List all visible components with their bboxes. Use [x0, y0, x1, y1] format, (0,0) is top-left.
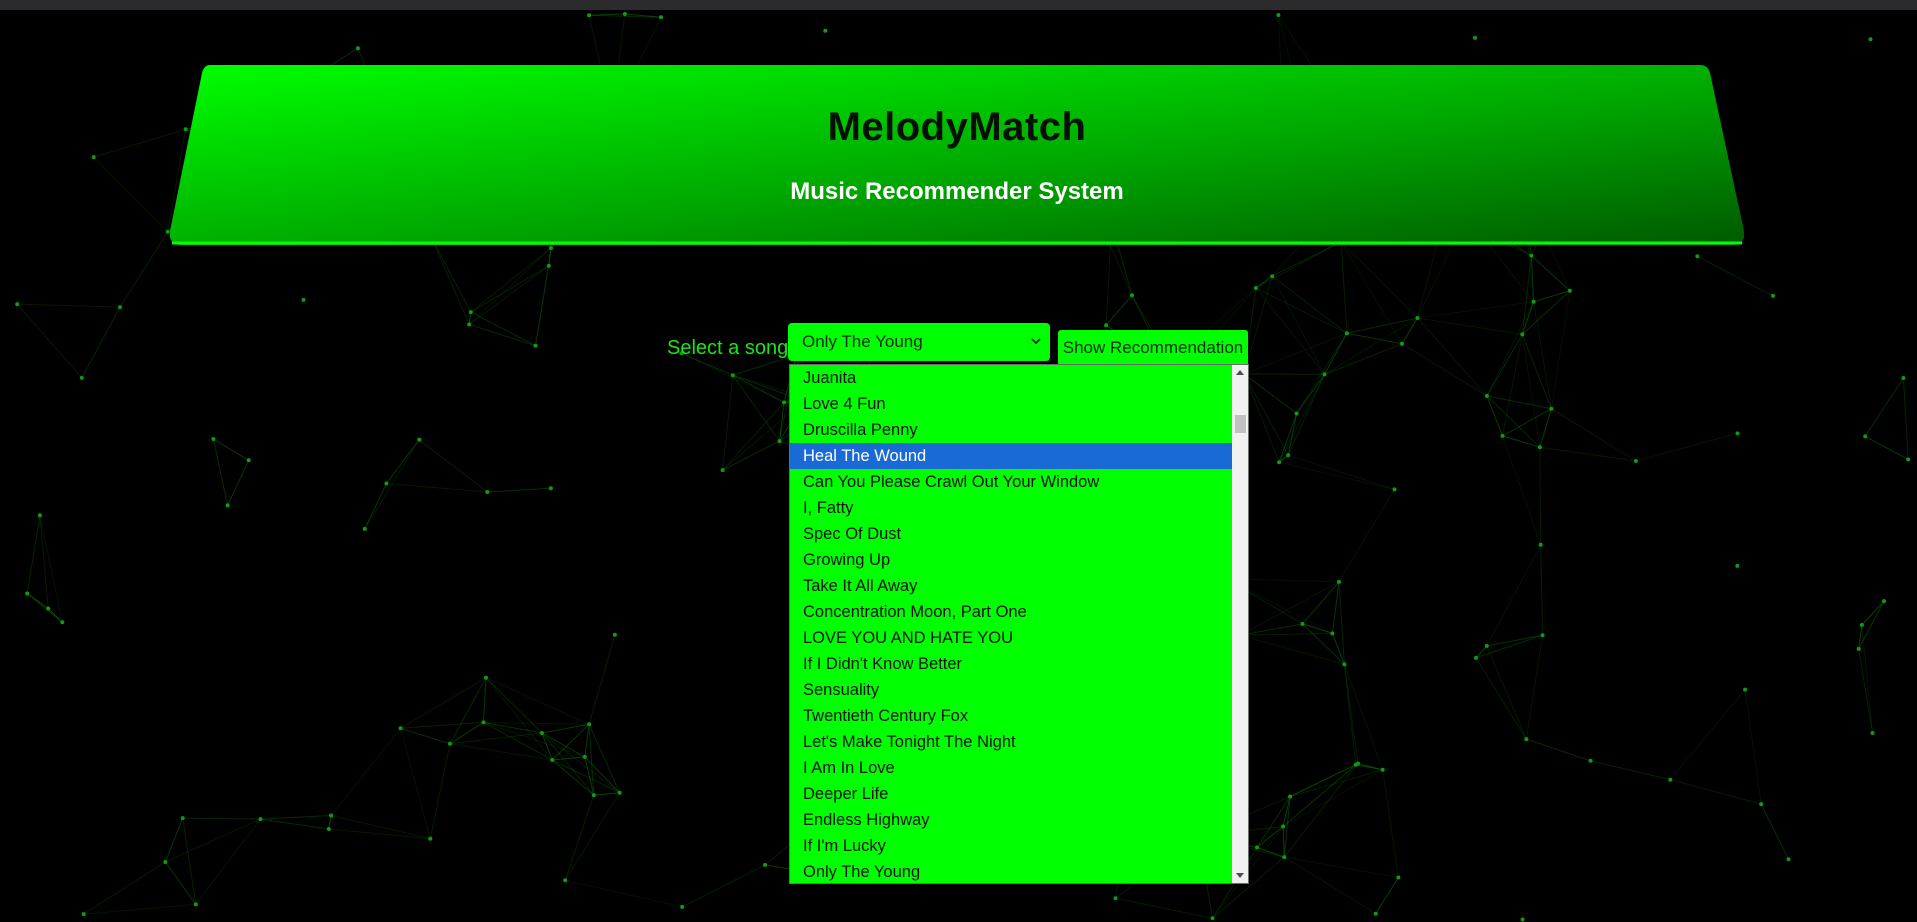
dropdown-option[interactable]: Love 4 Fun: [790, 391, 1233, 417]
dropdown-option[interactable]: If I Didn't Know Better: [790, 651, 1233, 677]
dropdown-option[interactable]: Only The Young: [790, 859, 1233, 883]
song-select[interactable]: Only The Young: [788, 323, 1050, 361]
banner-shape: [170, 65, 1744, 245]
dropdown-option[interactable]: I, Fatty: [790, 495, 1233, 521]
song-select-value: Only The Young: [802, 332, 923, 351]
dropdown-option[interactable]: Druscilla Penny: [790, 417, 1233, 443]
dropdown-option[interactable]: Twentieth Century Fox: [790, 703, 1233, 729]
dropdown-option[interactable]: Let's Make Tonight The Night: [790, 729, 1233, 755]
dropdown-option[interactable]: Can You Please Crawl Out Your Window: [790, 469, 1233, 495]
dropdown-option[interactable]: Sensuality: [790, 677, 1233, 703]
dropdown-scrollbar[interactable]: [1232, 365, 1248, 883]
dropdown-option[interactable]: Growing Up: [790, 547, 1233, 573]
dropdown-option[interactable]: Take It All Away: [790, 573, 1233, 599]
page: MelodyMatch Music Recommender System Sel…: [0, 0, 1917, 922]
dropdown-option[interactable]: Heal The Wound: [790, 443, 1233, 469]
dropdown-option[interactable]: LOVE YOU AND HATE YOU: [790, 625, 1233, 651]
scroll-up-arrow-icon[interactable]: [1236, 369, 1244, 377]
dropdown-option[interactable]: Concentration Moon, Part One: [790, 599, 1233, 625]
dropdown-option[interactable]: If I'm Lucky: [790, 833, 1233, 859]
dropdown-option[interactable]: Juanita: [790, 365, 1233, 391]
show-recommendation-button[interactable]: Show Recommendation: [1058, 330, 1248, 366]
chevron-down-icon: [1031, 338, 1041, 345]
header-banner: MelodyMatch Music Recommender System: [170, 65, 1744, 247]
dropdown-option[interactable]: Spec Of Dust: [790, 521, 1233, 547]
app-title: MelodyMatch: [827, 105, 1087, 149]
app-subtitle: Music Recommender System: [790, 178, 1124, 205]
dropdown-option[interactable]: Deeper Life: [790, 781, 1233, 807]
song-dropdown-list[interactable]: Juanita Love 4 Fun Druscilla Penny Heal The…: [789, 364, 1249, 884]
select-song-label: Select a song:: [667, 337, 794, 359]
dropdown-option[interactable]: I Am In Love: [790, 755, 1233, 781]
dropdown-option[interactable]: Endless Highway: [790, 807, 1233, 833]
browser-top-strip: [0, 0, 1917, 10]
scrollbar-thumb[interactable]: [1235, 415, 1246, 433]
scroll-down-arrow-icon[interactable]: [1236, 871, 1244, 879]
